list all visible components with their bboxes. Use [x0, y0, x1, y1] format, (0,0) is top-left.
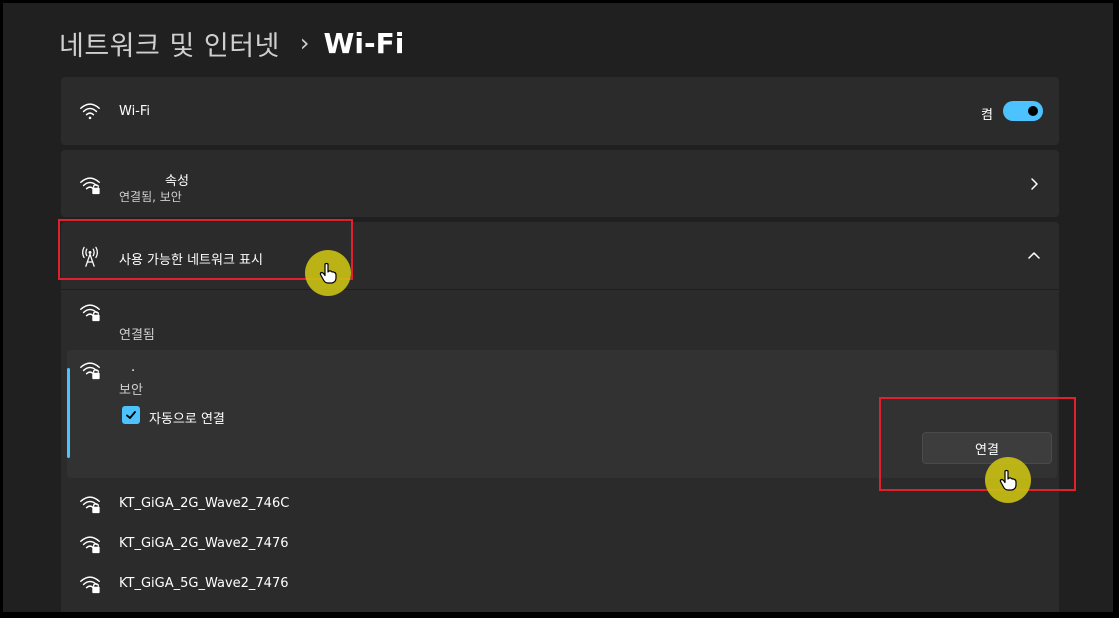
wifi-lock-icon — [80, 576, 100, 594]
network-properties-row[interactable]: 속성 연결됨, 보안 — [61, 150, 1059, 217]
connected-status: 연결됨 — [119, 328, 155, 343]
toggle-state-label: 켬 — [981, 108, 993, 123]
auto-connect-checkbox[interactable] — [122, 406, 140, 424]
click-indicator-show-networks — [305, 250, 351, 296]
hand-cursor-icon — [319, 262, 337, 284]
network-list-item[interactable]: KT_GiGA_5G_Wave2_7476 — [61, 564, 1059, 604]
network-name: KT_GiGA_5G_Wave2_7476 — [119, 576, 289, 591]
properties-subtitle: 연결됨, 보안 — [119, 190, 182, 204]
selection-accent-bar — [67, 368, 70, 458]
breadcrumb-separator: › — [299, 29, 310, 57]
click-indicator-connect — [985, 457, 1031, 503]
wifi-toggle-row[interactable]: Wi-Fi 켬 — [61, 77, 1059, 145]
selected-network-security: 보안 — [119, 383, 143, 398]
wifi-icon — [80, 103, 100, 120]
wifi-lock-icon — [80, 362, 100, 380]
network-list-item[interactable]: KT_GiGA_2G_Wave2_7476 — [61, 524, 1059, 564]
auto-connect-label[interactable]: 자동으로 연결 — [149, 408, 225, 427]
wifi-lock-icon — [80, 496, 100, 514]
connected-network-item[interactable]: 연결됨 — [61, 292, 1059, 348]
wifi-lock-icon — [80, 304, 100, 322]
wifi-label: Wi-Fi — [119, 104, 151, 119]
section-divider — [61, 289, 1059, 290]
network-name: KT_GiGA_2G_Wave2_7476 — [119, 536, 289, 551]
check-icon — [126, 411, 136, 419]
toggle-knob — [1028, 106, 1038, 116]
wifi-lock-icon — [80, 536, 100, 554]
chevron-up-icon[interactable] — [1027, 249, 1041, 263]
breadcrumb-parent-network-internet[interactable]: 네트워크 및 인터넷 — [59, 24, 280, 63]
highlight-box-connect — [879, 397, 1076, 491]
hand-cursor-icon — [999, 469, 1017, 491]
wifi-lock-icon — [80, 177, 100, 195]
settings-window: 네트워크 및 인터넷 › Wi-Fi Wi-Fi 켬 속성 연결됨, 보안 사용… — [3, 3, 1113, 612]
page-title: Wi-Fi — [323, 26, 405, 60]
selected-network-name: . — [131, 360, 136, 375]
properties-title: 속성 — [165, 174, 189, 189]
breadcrumb: 네트워크 및 인터넷 › Wi-Fi — [59, 21, 404, 65]
wifi-toggle-switch[interactable] — [1003, 101, 1043, 121]
chevron-right-icon — [1031, 178, 1038, 190]
network-name: KT_GiGA_2G_Wave2_746C — [119, 496, 290, 511]
